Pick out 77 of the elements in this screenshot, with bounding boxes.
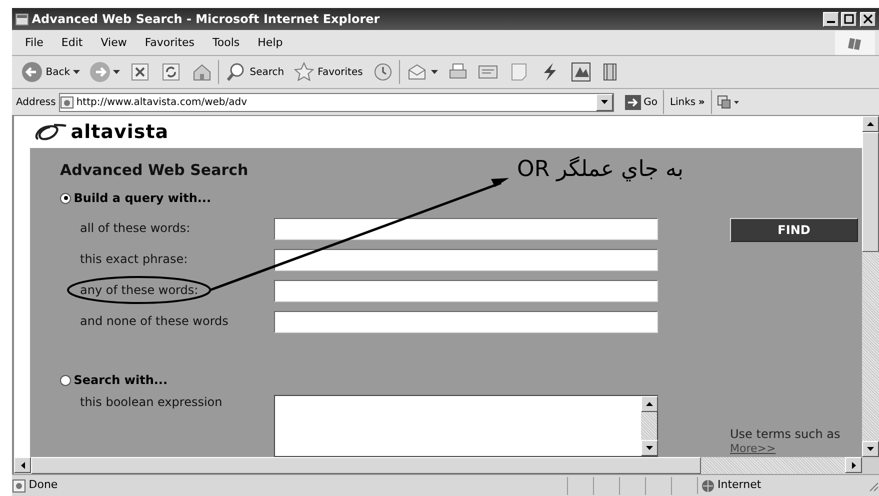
windows-logo-icon bbox=[847, 36, 863, 50]
option-label: Search with... bbox=[74, 372, 168, 389]
windows-icon bbox=[717, 95, 732, 109]
caret-right-icon bbox=[852, 462, 856, 468]
refresh-icon bbox=[160, 61, 182, 83]
close-button[interactable] bbox=[860, 12, 876, 26]
close-icon bbox=[863, 14, 873, 24]
status-text: Done bbox=[28, 477, 58, 494]
menu-item[interactable]: Tools bbox=[204, 32, 249, 52]
caret-down-icon bbox=[646, 446, 653, 450]
scroll-up-button[interactable] bbox=[862, 116, 879, 132]
window-icon bbox=[15, 12, 29, 26]
field-label: any of these words: bbox=[80, 283, 198, 297]
scrollbar-thumb[interactable] bbox=[862, 132, 879, 252]
maximize-icon bbox=[844, 14, 854, 24]
window-title: Advanced Web Search - Microsoft Internet Explorer bbox=[32, 11, 381, 28]
radio-button[interactable] bbox=[60, 192, 71, 204]
history-icon bbox=[372, 61, 394, 83]
arrow-left-icon bbox=[21, 61, 43, 83]
search-button[interactable]: Search bbox=[222, 58, 288, 86]
text-input[interactable] bbox=[274, 280, 658, 302]
address-field[interactable]: http://www.altavista.com/web/adv bbox=[58, 92, 614, 112]
menu-item[interactable]: View bbox=[92, 32, 136, 52]
swirl-logo-icon bbox=[34, 121, 68, 143]
address-label: Address bbox=[16, 96, 56, 110]
scroll-left-button[interactable] bbox=[14, 457, 31, 473]
globe-icon bbox=[700, 478, 715, 492]
caret-icon bbox=[113, 70, 120, 74]
hint-text: Use terms such as bbox=[730, 428, 842, 441]
minimize-icon bbox=[826, 21, 834, 23]
resize-grip-icon bbox=[867, 480, 879, 492]
maximize-button[interactable] bbox=[841, 12, 858, 26]
field-label: all of these words: bbox=[80, 221, 190, 235]
radio-button[interactable] bbox=[60, 374, 71, 386]
caret-up-icon bbox=[867, 122, 874, 126]
arrow-right-icon bbox=[624, 94, 641, 110]
caret-up-icon bbox=[646, 402, 653, 406]
text-input[interactable] bbox=[274, 311, 658, 333]
zone-text: Internet bbox=[718, 477, 762, 494]
field-label: and none of these words bbox=[80, 314, 228, 328]
menu-item[interactable]: Help bbox=[248, 32, 292, 52]
scroll-down-button[interactable] bbox=[862, 441, 879, 457]
menu-item[interactable]: File bbox=[16, 32, 52, 52]
scrollbar-thumb[interactable] bbox=[31, 457, 701, 474]
caret-icon bbox=[734, 100, 740, 104]
field-label: this exact phrase: bbox=[80, 252, 188, 266]
section-heading: Advanced Web Search bbox=[60, 160, 248, 180]
caret-icon bbox=[72, 70, 80, 74]
scroll-up-button[interactable] bbox=[641, 396, 658, 412]
caret-left-icon bbox=[20, 462, 24, 468]
media-icon bbox=[570, 61, 592, 83]
text-input[interactable] bbox=[274, 218, 658, 240]
page-icon bbox=[12, 478, 26, 492]
back-button[interactable]: Back bbox=[18, 58, 83, 86]
dropdown-button[interactable] bbox=[596, 94, 613, 110]
links-button[interactable]: Links » bbox=[666, 92, 708, 112]
text-input[interactable] bbox=[274, 249, 658, 271]
field-label: this boolean expression bbox=[80, 395, 222, 409]
page-icon bbox=[60, 96, 74, 108]
caret-icon bbox=[430, 70, 438, 74]
caret-down-icon bbox=[867, 447, 874, 451]
annotation-text: به جاي عملگر OR bbox=[517, 156, 684, 184]
scroll-right-button[interactable] bbox=[845, 457, 862, 473]
menu-item[interactable]: Edit bbox=[52, 32, 92, 52]
minimize-button[interactable] bbox=[822, 12, 838, 26]
find-button[interactable]: FIND bbox=[730, 218, 858, 242]
star-icon bbox=[292, 61, 315, 83]
go-button[interactable]: Go bbox=[622, 92, 660, 112]
scroll-down-button[interactable] bbox=[641, 440, 658, 456]
text-area[interactable] bbox=[274, 395, 658, 457]
logo-text: altavista bbox=[70, 120, 169, 145]
favorites-button[interactable]: Favorites bbox=[290, 58, 366, 86]
stop-icon bbox=[129, 61, 152, 83]
arrow-right-icon bbox=[88, 61, 111, 83]
menu-item[interactable]: Favorites bbox=[136, 32, 204, 52]
option-label: Build a query with... bbox=[74, 190, 212, 207]
caret-icon bbox=[600, 100, 608, 104]
